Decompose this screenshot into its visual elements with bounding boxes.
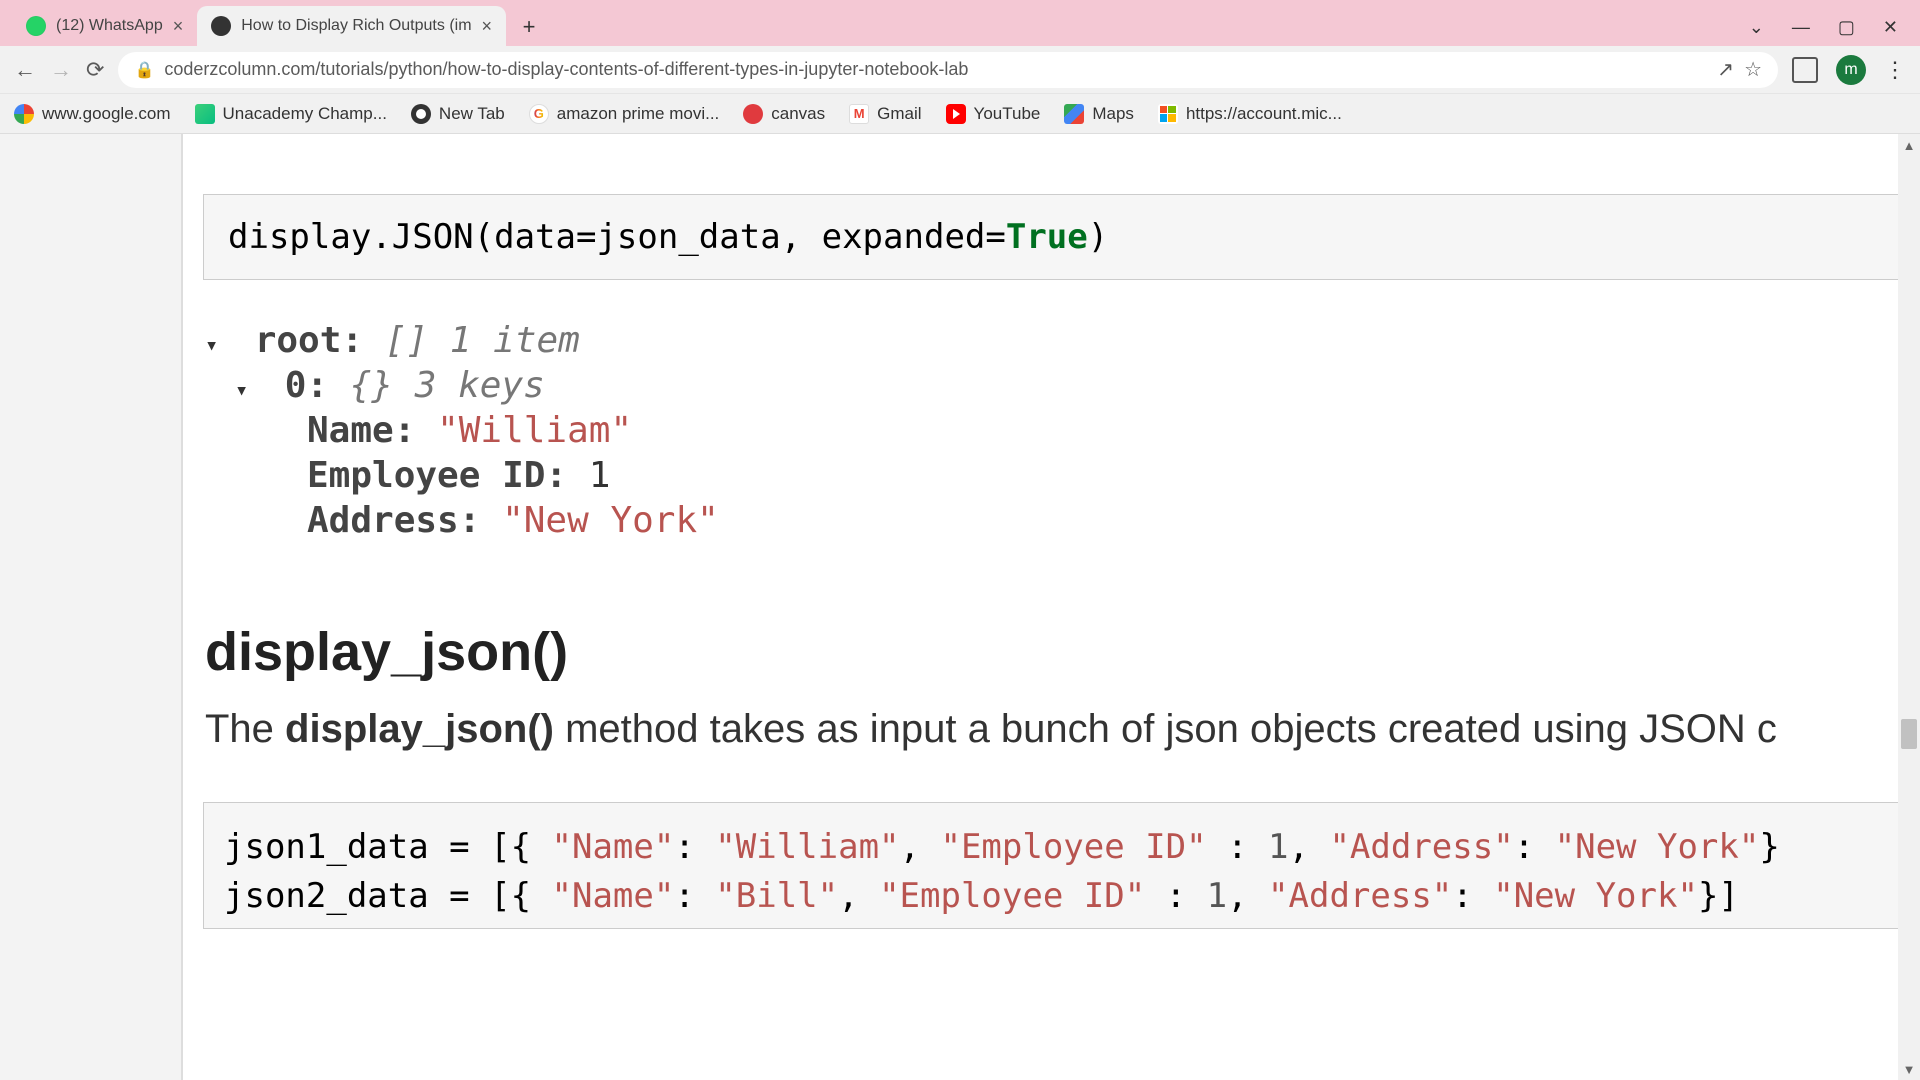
tree-value: "William" [437, 410, 632, 451]
tree-meta: [] 1 item [385, 320, 580, 361]
tree-row-empid: Employee ID: 1 [307, 455, 1920, 496]
bookmarks-bar: www.google.com Unacademy Champ... New Ta… [0, 94, 1920, 134]
maximize-button[interactable]: ▢ [1838, 17, 1855, 38]
bookmark-maps[interactable]: Maps [1064, 104, 1134, 124]
bookmark-gmail[interactable]: Gmail [849, 104, 921, 124]
scroll-down-icon[interactable]: ▼ [1898, 1058, 1920, 1080]
bookmark-label: New Tab [439, 104, 505, 124]
tree-row-root[interactable]: ▾ root: [] 1 item [205, 320, 1920, 361]
tree-row-0[interactable]: ▾ 0: {} 3 keys [235, 365, 1920, 406]
tabs-dropdown-icon[interactable]: ⌄ [1749, 17, 1764, 38]
tree-key: Employee ID: [307, 455, 567, 496]
code-line: json1_data = [{ "Name": "William", "Empl… [224, 823, 1899, 872]
bookmark-label: Maps [1092, 104, 1134, 124]
scroll-up-icon[interactable]: ▲ [1898, 134, 1920, 156]
bookmark-unacademy[interactable]: Unacademy Champ... [195, 104, 387, 124]
url-box[interactable]: 🔒 coderzcolumn.com/tutorials/python/how-… [118, 52, 1778, 88]
tree-key: root: [255, 320, 363, 361]
collapse-icon[interactable]: ▾ [235, 378, 263, 403]
youtube-icon [946, 104, 966, 124]
minimize-button[interactable]: — [1792, 17, 1810, 38]
scroll-thumb[interactable] [1901, 719, 1917, 749]
tree-row-address: Address: "New York" [307, 500, 1920, 541]
bookmark-label: Unacademy Champ... [223, 104, 387, 124]
code-line: json2_data = [{ "Name": "Bill", "Employe… [224, 872, 1899, 921]
tabs-area: (12) WhatsApp × How to Display Rich Outp… [12, 6, 1749, 46]
left-gutter [0, 134, 183, 1080]
bookmark-youtube[interactable]: YouTube [946, 104, 1041, 124]
bookmark-label: canvas [771, 104, 825, 124]
tree-key: 0: [285, 365, 328, 406]
profile-avatar[interactable]: m [1836, 55, 1866, 85]
tree-key: Name: [307, 410, 415, 451]
tab-title: (12) WhatsApp [56, 17, 163, 35]
bookmark-canvas[interactable]: canvas [743, 104, 825, 124]
google-icon [529, 104, 549, 124]
whatsapp-icon [26, 16, 46, 36]
bookmark-label: https://account.mic... [1186, 104, 1342, 124]
close-window-button[interactable]: ✕ [1883, 17, 1898, 38]
code-text: display.JSON(data=json_data, expanded= [228, 217, 1006, 257]
tree-key: Address: [307, 500, 480, 541]
main-content: display.JSON(data=json_data, expanded=Tr… [183, 134, 1920, 1080]
bookmark-label: Gmail [877, 104, 921, 124]
paragraph-text: The [205, 707, 285, 751]
section-heading: display_json() [205, 621, 1920, 683]
toolbar-right: m ⋮ [1792, 55, 1906, 85]
microsoft-icon [1158, 104, 1178, 124]
close-icon[interactable]: × [482, 16, 493, 37]
browser-titlebar: (12) WhatsApp × How to Display Rich Outp… [0, 0, 1920, 46]
tree-value: "New York" [502, 500, 719, 541]
bookmark-label: www.google.com [42, 104, 171, 124]
site-icon [211, 16, 231, 36]
page-area: display.JSON(data=json_data, expanded=Tr… [0, 134, 1920, 1080]
maps-icon [1064, 104, 1084, 124]
tree-value: 1 [589, 455, 611, 496]
canvas-icon [743, 104, 763, 124]
back-button[interactable]: ← [14, 57, 36, 83]
new-tab-button[interactable]: + [512, 10, 546, 44]
google-icon [14, 104, 34, 124]
unacademy-icon [195, 104, 215, 124]
reload-button[interactable]: ⟳ [86, 57, 104, 83]
bookmark-google[interactable]: www.google.com [14, 104, 171, 124]
window-controls: ⌄ — ▢ ✕ [1749, 17, 1920, 46]
code-text: ) [1088, 217, 1108, 257]
tree-row-name: Name: "William" [307, 410, 1920, 451]
json-tree-output: ▾ root: [] 1 item ▾ 0: {} 3 keys Name: "… [205, 320, 1920, 541]
bookmark-amazon[interactable]: amazon prime movi... [529, 104, 720, 124]
close-icon[interactable]: × [173, 16, 184, 37]
tab-coderzcolumn[interactable]: How to Display Rich Outputs (im × [197, 6, 506, 46]
gmail-icon [849, 104, 869, 124]
side-panel-button[interactable] [1792, 57, 1818, 83]
paragraph-bold: display_json() [285, 707, 554, 751]
tab-title: How to Display Rich Outputs (im [241, 17, 471, 35]
forward-button[interactable]: → [50, 57, 72, 83]
bookmark-newtab[interactable]: New Tab [411, 104, 505, 124]
lock-icon[interactable]: 🔒 [134, 60, 154, 80]
code-keyword: True [1006, 217, 1088, 257]
url-text: coderzcolumn.com/tutorials/python/how-to… [164, 59, 1707, 80]
bookmark-star-icon[interactable]: ☆ [1744, 57, 1762, 82]
newtab-icon [411, 104, 431, 124]
bookmark-microsoft[interactable]: https://account.mic... [1158, 104, 1342, 124]
menu-button[interactable]: ⋮ [1884, 57, 1906, 83]
bookmark-label: amazon prime movi... [557, 104, 720, 124]
paragraph-text: method takes as input a bunch of json ob… [554, 707, 1777, 751]
tree-meta: {} 3 keys [350, 365, 545, 406]
collapse-icon[interactable]: ▾ [205, 333, 233, 358]
description-paragraph: The display_json() method takes as input… [205, 707, 1920, 752]
vertical-scrollbar[interactable]: ▲ ▼ [1898, 134, 1920, 1080]
address-bar: ← → ⟳ 🔒 coderzcolumn.com/tutorials/pytho… [0, 46, 1920, 94]
bookmark-label: YouTube [974, 104, 1041, 124]
tab-whatsapp[interactable]: (12) WhatsApp × [12, 6, 197, 46]
share-icon[interactable]: ↗ [1717, 57, 1734, 82]
code-block-json-data[interactable]: json1_data = [{ "Name": "William", "Empl… [203, 802, 1920, 929]
code-block-json[interactable]: display.JSON(data=json_data, expanded=Tr… [203, 194, 1920, 280]
